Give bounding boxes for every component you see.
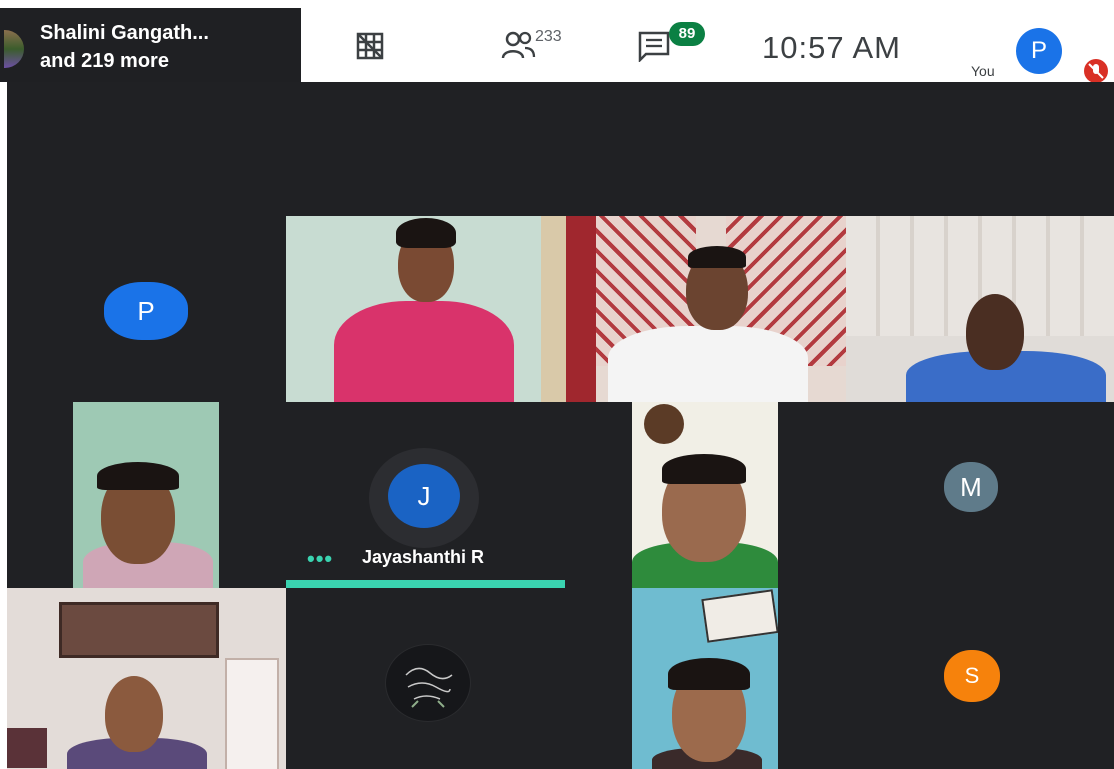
participant-tile-m[interactable]: M xyxy=(778,402,1114,588)
people-button[interactable]: 233 xyxy=(501,28,562,67)
participant-video-tile[interactable] xyxy=(73,402,219,588)
participant-tile-s[interactable]: S xyxy=(778,588,1114,769)
mic-off-icon xyxy=(1084,59,1108,83)
meeting-toolbar: 233 89 10:57 AM You P xyxy=(301,8,1114,83)
participant-avatar-m: M xyxy=(944,462,998,512)
person-figure xyxy=(334,301,514,402)
profile-logo-image xyxy=(385,644,471,722)
participant-video-tile[interactable] xyxy=(286,216,566,402)
tile-layout-icon[interactable] xyxy=(355,31,385,61)
speaking-dots-icon: ••• xyxy=(307,546,334,571)
self-avatar[interactable]: P xyxy=(1016,28,1062,74)
participant-video-tile[interactable] xyxy=(7,588,286,769)
chat-button[interactable]: 89 xyxy=(637,22,705,67)
speaker-name: Shalini Gangath... xyxy=(40,22,209,44)
participant-tile-logo[interactable] xyxy=(286,588,632,769)
active-speaker-label[interactable]: Shalini Gangath... and 219 more xyxy=(0,8,301,82)
participant-tile-p[interactable]: P xyxy=(7,216,286,402)
meeting-clock: 10:57 AM xyxy=(762,30,901,65)
chat-icon xyxy=(638,31,670,64)
person-face xyxy=(105,676,163,752)
participant-avatar-p: P xyxy=(104,282,188,340)
person-face xyxy=(966,294,1024,370)
speaker-avatar xyxy=(4,30,24,68)
participant-video-tile[interactable] xyxy=(632,402,778,588)
active-speaker-indicator xyxy=(286,580,565,588)
people-icon xyxy=(501,31,536,59)
participant-video-tile[interactable] xyxy=(566,216,846,402)
participant-avatar-j: J xyxy=(388,464,460,528)
speaker-others-count: and 219 more xyxy=(40,50,169,72)
participant-count: 233 xyxy=(535,28,562,45)
self-label: You xyxy=(971,63,995,79)
participant-name-label: Jayashanthi R xyxy=(362,547,485,567)
chat-unread-badge: 89 xyxy=(669,22,705,46)
participant-video-tile[interactable] xyxy=(846,216,1114,402)
participant-video-tile[interactable] xyxy=(632,588,778,769)
person-figure xyxy=(608,326,808,402)
participant-avatar-s: S xyxy=(944,650,1000,702)
